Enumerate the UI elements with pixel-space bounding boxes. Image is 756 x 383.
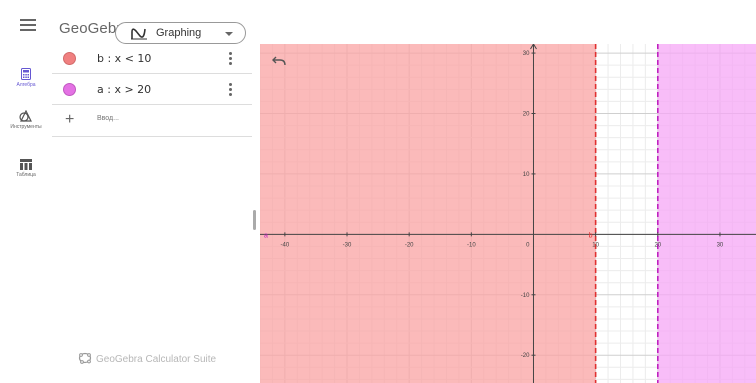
algebra-row-a[interactable]: a : x > 20 xyxy=(52,75,252,105)
region-a xyxy=(657,44,756,383)
region-b-label: b xyxy=(589,232,593,239)
calculator-icon xyxy=(21,68,31,80)
x-tick-label: -10 xyxy=(467,242,476,248)
algebra-panel: b : x < 10 a : x > 20 + GeoGebra Calcula… xyxy=(52,44,260,383)
visibility-toggle-b[interactable] xyxy=(63,52,76,65)
menu-icon[interactable] xyxy=(20,19,36,31)
region-b xyxy=(260,44,596,383)
algebra-row-b[interactable]: b : x < 10 xyxy=(52,44,252,74)
y-tick-label: 20 xyxy=(523,111,530,117)
rail-tools-label: Инструменты xyxy=(10,124,42,130)
panel-resize-handle[interactable] xyxy=(253,210,256,230)
graph-canvas[interactable]: -40 -30 -20 -10 10 20 30-20-101020300ba xyxy=(260,44,756,383)
header: GeoGebra Graphing xyxy=(0,0,756,44)
algebra-input-row[interactable]: + xyxy=(52,106,252,137)
calculator-suite-label: GeoGebra Calculator Suite xyxy=(96,354,217,365)
more-options-icon[interactable] xyxy=(229,52,233,66)
rail-table-button[interactable]: Таблица xyxy=(0,159,52,178)
visibility-toggle-a[interactable] xyxy=(63,83,76,96)
y-tick-label: 30 xyxy=(523,51,530,57)
region-a-label: a xyxy=(264,232,268,239)
geogebra-logo-icon xyxy=(78,352,92,364)
input-bar[interactable] xyxy=(97,115,237,122)
x-tick-label: 20 xyxy=(654,242,661,248)
x-tick-label: 10 xyxy=(592,242,599,248)
tools-icon xyxy=(19,110,32,122)
rail-table-label: Таблица xyxy=(16,172,36,178)
plus-icon[interactable]: + xyxy=(65,111,74,129)
graphics-view[interactable]: -40 -30 -20 -10 10 20 30 -20 -10 10 20 30 0 b a xyxy=(260,44,756,383)
side-rail: Алгебра Инструменты Таблица xyxy=(0,44,52,383)
y-tick-label: 10 xyxy=(523,172,530,178)
chevron-down-icon xyxy=(225,32,233,36)
undo-icon[interactable] xyxy=(272,56,286,66)
expression-a[interactable]: a : x > 20 xyxy=(97,83,151,96)
rail-algebra-button[interactable]: Алгебра xyxy=(0,68,52,88)
y-tick-label: -10 xyxy=(521,293,530,299)
table-icon xyxy=(20,159,32,170)
geogebra-app: GeoGebra Graphing Алгебра Инструменты Та… xyxy=(0,0,756,383)
graphing-icon xyxy=(131,28,147,40)
y-tick-label: -20 xyxy=(521,353,530,359)
app-switcher-label: Graphing xyxy=(156,27,202,39)
x-tick-label: -20 xyxy=(405,242,414,248)
calculator-suite-link[interactable]: GeoGebra Calculator Suite xyxy=(78,351,216,365)
x-tick-label: -40 xyxy=(281,242,290,248)
x-tick-label: -30 xyxy=(343,242,352,248)
app-switcher-button[interactable]: Graphing xyxy=(115,22,246,44)
x-tick-label: 30 xyxy=(717,242,724,248)
rail-algebra-label: Алгебра xyxy=(16,82,36,88)
more-options-icon[interactable] xyxy=(229,83,233,97)
expression-b[interactable]: b : x < 10 xyxy=(97,52,151,65)
rail-tools-button[interactable]: Инструменты xyxy=(0,110,52,130)
